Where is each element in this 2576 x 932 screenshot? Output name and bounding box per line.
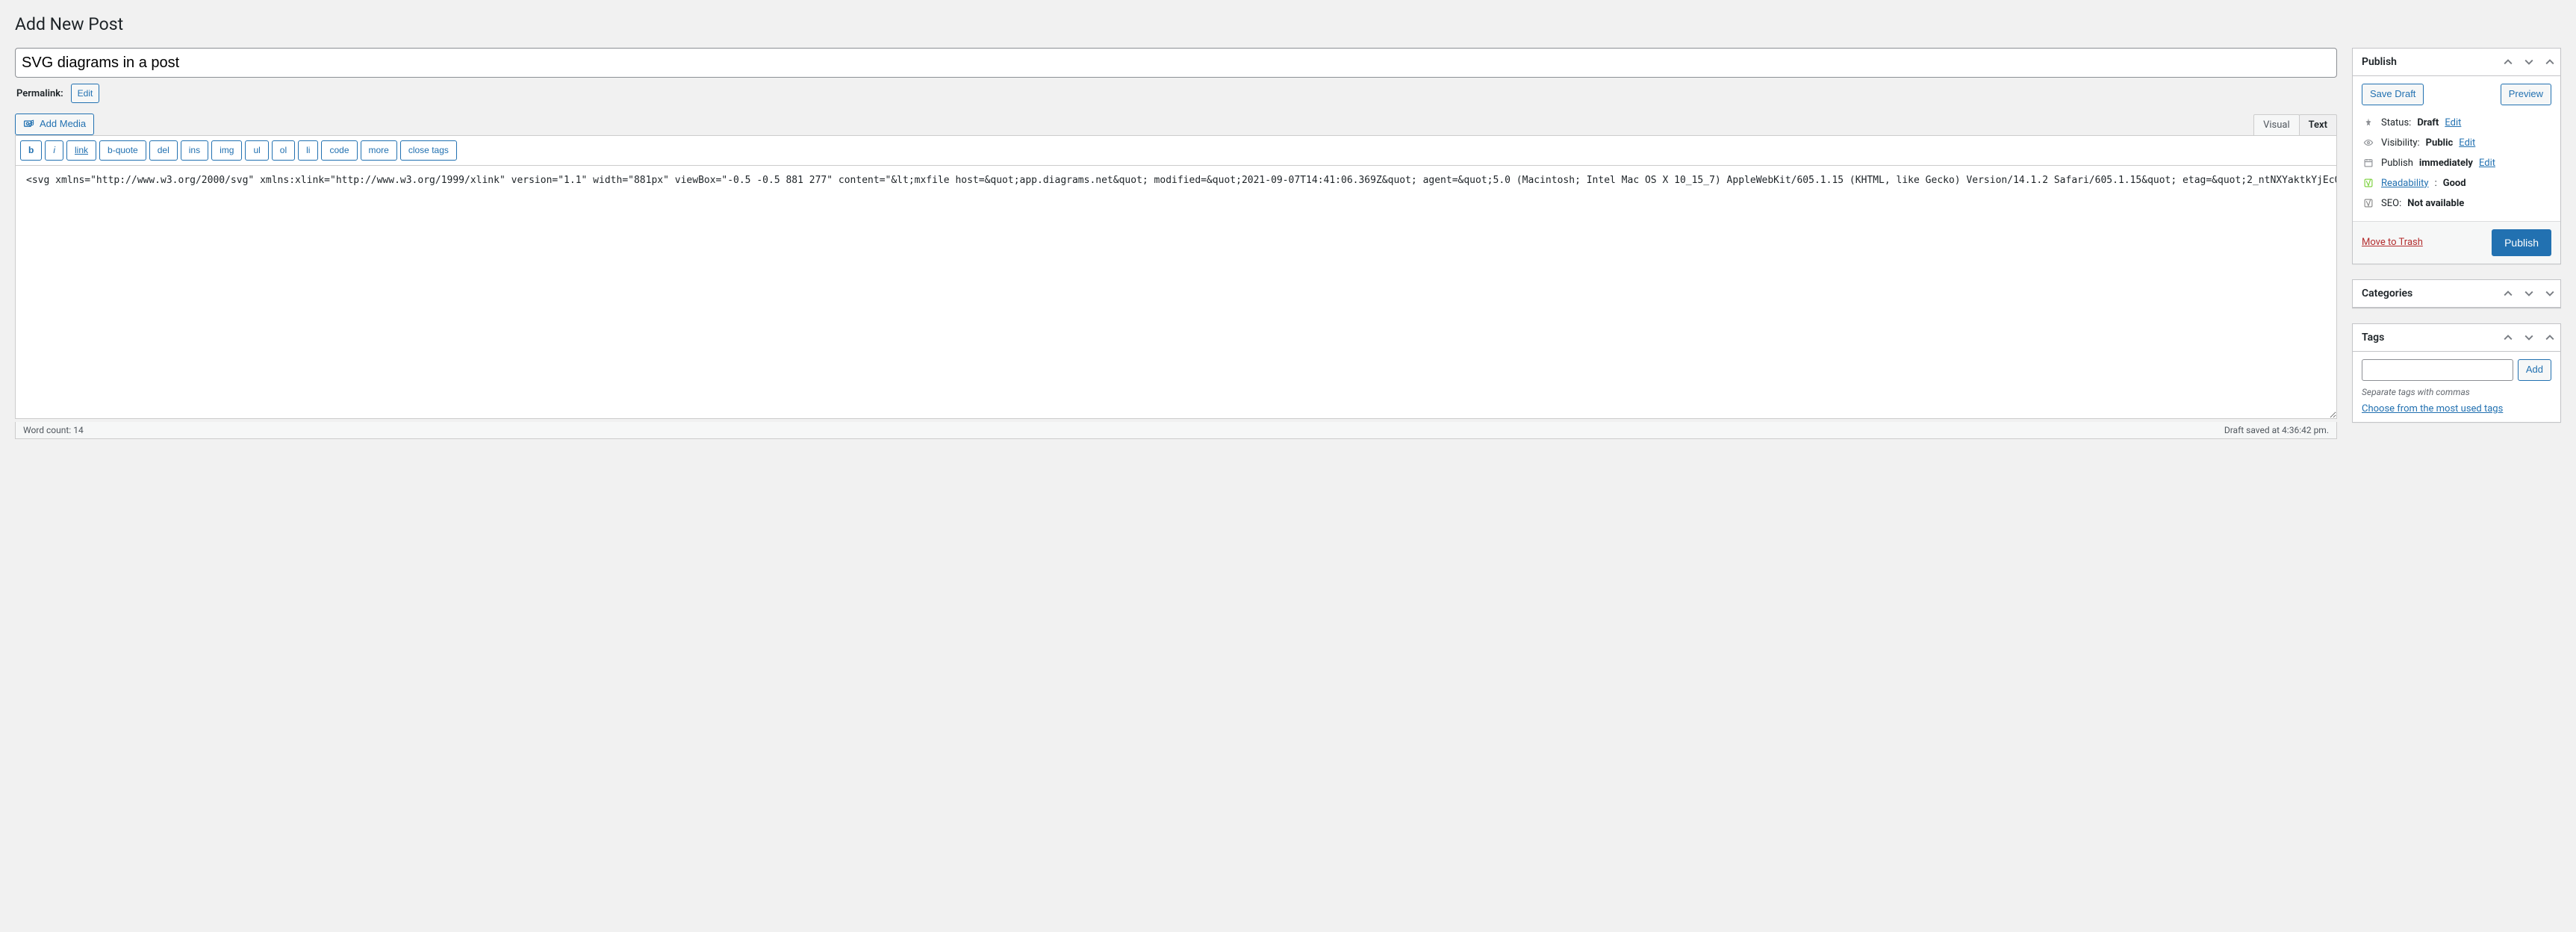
preview-button[interactable]: Preview (2501, 84, 2551, 105)
status-label: Status: (2381, 117, 2411, 128)
box-move-up-button[interactable] (2498, 280, 2519, 307)
word-count: Word count: 14 (23, 425, 84, 435)
schedule-value: immediately (2419, 158, 2473, 169)
camera-music-icon (23, 118, 35, 130)
status-value: Draft (2417, 117, 2439, 128)
qt-del-button[interactable]: del (149, 140, 178, 161)
box-move-up-button[interactable] (2498, 49, 2519, 75)
publish-box-title: Publish (2353, 56, 2498, 68)
status-edit-link[interactable]: Edit (2445, 117, 2461, 128)
box-move-up-button[interactable] (2498, 324, 2519, 351)
tags-input[interactable] (2362, 359, 2513, 381)
schedule-label: Publish (2381, 158, 2413, 169)
qt-code-button[interactable]: code (321, 140, 357, 161)
readability-link[interactable]: Readability (2381, 178, 2429, 189)
tags-box-title: Tags (2353, 332, 2498, 344)
choose-tags-link[interactable]: Choose from the most used tags (2362, 403, 2503, 414)
box-toggle-button[interactable] (2539, 49, 2560, 75)
categories-box-title: Categories (2353, 288, 2498, 299)
categories-box: Categories (2352, 279, 2561, 308)
add-tag-button[interactable]: Add (2518, 359, 2551, 381)
permalink-label: Permalink: (16, 88, 63, 99)
qt-link-button[interactable]: link (66, 140, 96, 161)
move-to-trash-link[interactable]: Move to Trash (2362, 237, 2423, 248)
qt-li-button[interactable]: li (298, 140, 318, 161)
add-media-label: Add Media (40, 116, 86, 132)
post-title-input[interactable] (15, 48, 2337, 78)
schedule-edit-link[interactable]: Edit (2479, 158, 2495, 169)
qt-closetags-button[interactable]: close tags (400, 140, 457, 161)
yoast-readability-icon (2362, 178, 2375, 188)
qt-blockquote-button[interactable]: b-quote (99, 140, 146, 161)
qt-ul-button[interactable]: ul (245, 140, 268, 161)
publish-button[interactable]: Publish (2492, 229, 2551, 256)
qt-more-button[interactable]: more (361, 140, 397, 161)
tags-box: Tags Add Separate tags with commas Choos… (2352, 323, 2561, 423)
post-content-textarea[interactable] (15, 165, 2337, 419)
seo-value: Not available (2407, 198, 2464, 209)
add-media-button[interactable]: Add Media (15, 114, 94, 135)
readability-value: Good (2443, 178, 2466, 189)
qt-ins-button[interactable]: ins (181, 140, 208, 161)
visibility-value: Public (2426, 137, 2454, 149)
qt-bold-button[interactable]: b (20, 140, 42, 161)
seo-label: SEO: (2381, 198, 2401, 209)
eye-icon (2362, 137, 2375, 148)
pin-icon (2362, 117, 2375, 128)
box-toggle-button[interactable] (2539, 280, 2560, 307)
tab-visual[interactable]: Visual (2253, 114, 2300, 135)
qt-img-button[interactable]: img (211, 140, 242, 161)
tab-text[interactable]: Text (2299, 114, 2337, 135)
publish-box: Publish Save Draft Preview (2352, 48, 2561, 264)
box-move-down-button[interactable] (2519, 324, 2539, 351)
permalink-edit-button[interactable]: Edit (71, 84, 100, 103)
box-toggle-button[interactable] (2539, 324, 2560, 351)
visibility-edit-link[interactable]: Edit (2459, 137, 2475, 149)
page-title: Add New Post (15, 7, 2561, 37)
box-move-down-button[interactable] (2519, 49, 2539, 75)
autosave-status: Draft saved at 4:36:42 pm. (2224, 425, 2329, 435)
qt-ol-button[interactable]: ol (272, 140, 295, 161)
save-draft-button[interactable]: Save Draft (2362, 84, 2424, 105)
yoast-seo-icon (2362, 198, 2375, 208)
calendar-icon (2362, 158, 2375, 168)
visibility-label: Visibility: (2381, 137, 2420, 149)
box-move-down-button[interactable] (2519, 280, 2539, 307)
tags-hint: Separate tags with commas (2362, 387, 2551, 397)
qt-italic-button[interactable]: i (45, 140, 63, 161)
quicktags-toolbar: b i link b-quote del ins img ul ol li co… (15, 135, 2337, 165)
